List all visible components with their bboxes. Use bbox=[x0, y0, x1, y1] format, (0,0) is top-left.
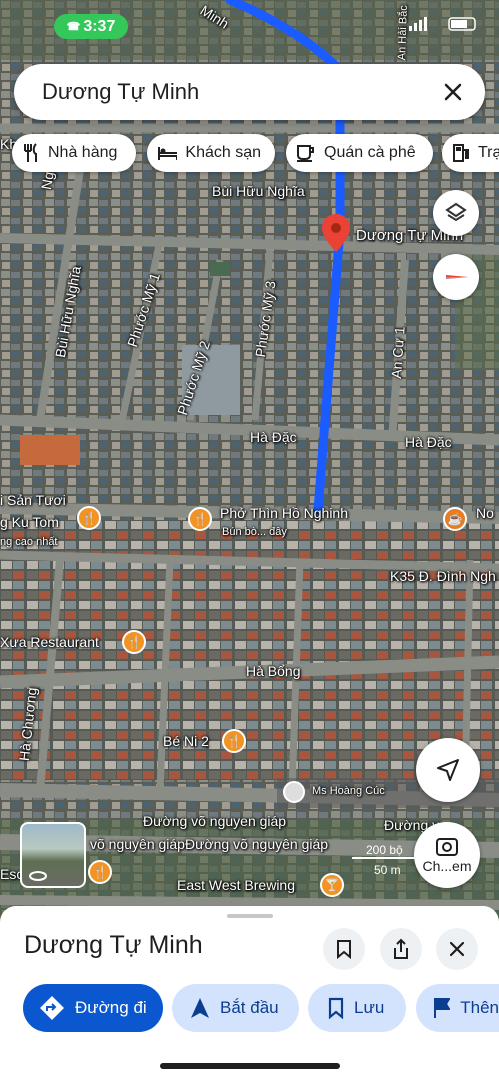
place-label: ng cao nhất bbox=[0, 536, 58, 548]
place-label: i Sản Tươi bbox=[0, 492, 66, 508]
add-label-button[interactable]: Thên bbox=[416, 984, 499, 1032]
action-label: Lưu bbox=[354, 998, 385, 1017]
place-title: Dương Tự Minh bbox=[24, 931, 203, 959]
share-icon bbox=[394, 938, 408, 959]
signal-battery-icon bbox=[409, 17, 476, 31]
close-icon[interactable] bbox=[439, 78, 467, 106]
street-label: An Hải Bắc bbox=[396, 5, 410, 61]
place-label: g Ku Tom bbox=[0, 514, 59, 530]
phone-icon: ☎ bbox=[66, 21, 81, 33]
place-label[interactable]: Xưa Restaurant bbox=[0, 634, 99, 650]
bookmark-icon bbox=[337, 940, 351, 959]
close-button[interactable] bbox=[436, 928, 478, 970]
directions-icon bbox=[40, 996, 64, 1020]
navigation-arrow-icon bbox=[437, 759, 459, 781]
place-label[interactable]: Phở Thìn Hồ Nghinh bbox=[220, 505, 348, 521]
save-action-button[interactable]: Lưu bbox=[308, 984, 406, 1032]
chip-gas[interactable]: Trạ bbox=[442, 134, 499, 172]
restaurant-pin-icon[interactable]: 🍴 bbox=[222, 729, 246, 753]
scale-ft: 200 bộ bbox=[352, 843, 422, 859]
street-view-thumbnail[interactable] bbox=[20, 822, 86, 888]
save-button[interactable] bbox=[323, 928, 365, 970]
bookmark-icon bbox=[328, 997, 344, 1019]
restaurant-pin-icon[interactable]: 🍴 bbox=[188, 507, 212, 531]
camera-lens-icon bbox=[436, 838, 458, 856]
restaurant-pin-icon[interactable]: 🍴 bbox=[122, 630, 146, 654]
search-bar[interactable]: Dương Tự Minh bbox=[14, 64, 485, 120]
directions-button[interactable]: Đường đi bbox=[23, 984, 163, 1032]
lens-button[interactable]: Ch...em bbox=[414, 822, 480, 888]
coffee-icon bbox=[297, 145, 314, 162]
location-pin-icon[interactable] bbox=[322, 214, 350, 252]
gas-station-icon bbox=[453, 144, 469, 162]
scale-bar: 200 bộ 50 m bbox=[352, 843, 422, 877]
status-time: ☎ 3:37 bbox=[54, 14, 128, 39]
action-label: Bắt đầu bbox=[220, 998, 279, 1017]
close-icon bbox=[449, 941, 465, 957]
hotel-icon bbox=[158, 147, 178, 160]
place-label[interactable]: No bbox=[476, 505, 494, 521]
scale-m: 50 m bbox=[374, 863, 401, 877]
place-sheet: Dương Tự Minh Đường đi Bắt đầu Lưu Thên bbox=[0, 906, 499, 1080]
place-label[interactable]: Ms Hoàng Cúc bbox=[312, 785, 385, 797]
street-label: Hà Đặc bbox=[405, 434, 452, 450]
place-label[interactable]: East West Brewing bbox=[177, 877, 295, 893]
layers-icon bbox=[445, 202, 467, 222]
chip-restaurants[interactable]: Nhà hàng bbox=[12, 134, 136, 172]
bar-pin-icon[interactable]: 🍸 bbox=[320, 873, 344, 897]
status-time-text: 3:37 bbox=[83, 17, 116, 35]
restaurant-pin-icon[interactable]: 🍴 bbox=[88, 860, 112, 884]
layers-button[interactable] bbox=[433, 190, 479, 236]
action-label: Đường đi bbox=[75, 998, 147, 1017]
compass-icon bbox=[446, 275, 468, 279]
street-label: Hà Đặc bbox=[250, 429, 297, 445]
chip-label: Nhà hàng bbox=[48, 144, 118, 161]
home-indicator[interactable] bbox=[160, 1063, 340, 1069]
street-label: K35 Đ. Đình Ngh bbox=[390, 568, 496, 584]
search-query[interactable]: Dương Tự Minh bbox=[42, 79, 199, 105]
status-indicators bbox=[409, 16, 481, 35]
start-button[interactable]: Bắt đầu bbox=[172, 984, 299, 1032]
avatar bbox=[283, 781, 305, 803]
restaurant-pin-icon[interactable]: 🍴 bbox=[77, 506, 101, 530]
chip-hotels[interactable]: Khách sạn bbox=[147, 134, 275, 172]
drag-handle[interactable] bbox=[227, 914, 273, 918]
street-label: Ng bbox=[38, 170, 57, 191]
place-label: Bún bò... đây bbox=[222, 526, 287, 538]
restaurant-icon bbox=[24, 143, 37, 162]
street-label: võ nguyên giápĐường võ nguyên giáp bbox=[90, 836, 329, 852]
chip-label: Trạ bbox=[478, 144, 499, 161]
street-label: Hà Bổng bbox=[246, 663, 301, 679]
chip-coffee[interactable]: Quán cà phê bbox=[286, 134, 433, 172]
my-location-button[interactable] bbox=[416, 738, 480, 802]
chip-label: Quán cà phê bbox=[324, 144, 416, 161]
chip-label: Khách sạn bbox=[185, 144, 261, 161]
place-label[interactable]: Bé Ni 2 bbox=[163, 733, 209, 749]
compass-button[interactable] bbox=[433, 254, 479, 300]
street-label: Đường võ nguyen giáp bbox=[143, 813, 287, 829]
360-street-view-icon bbox=[29, 871, 47, 881]
street-label: Bùi Hữu Nghĩa bbox=[212, 183, 305, 199]
category-chips: Nhà hàng Khách sạn Quán cà phê Trạ bbox=[12, 134, 499, 172]
share-button[interactable] bbox=[380, 928, 422, 970]
action-label: Thên bbox=[460, 998, 499, 1017]
navigation-arrow-icon bbox=[191, 998, 209, 1018]
coffee-pin-icon[interactable]: ☕ bbox=[443, 507, 467, 531]
flag-icon bbox=[434, 998, 451, 1018]
lens-label: Ch...em bbox=[422, 858, 472, 874]
